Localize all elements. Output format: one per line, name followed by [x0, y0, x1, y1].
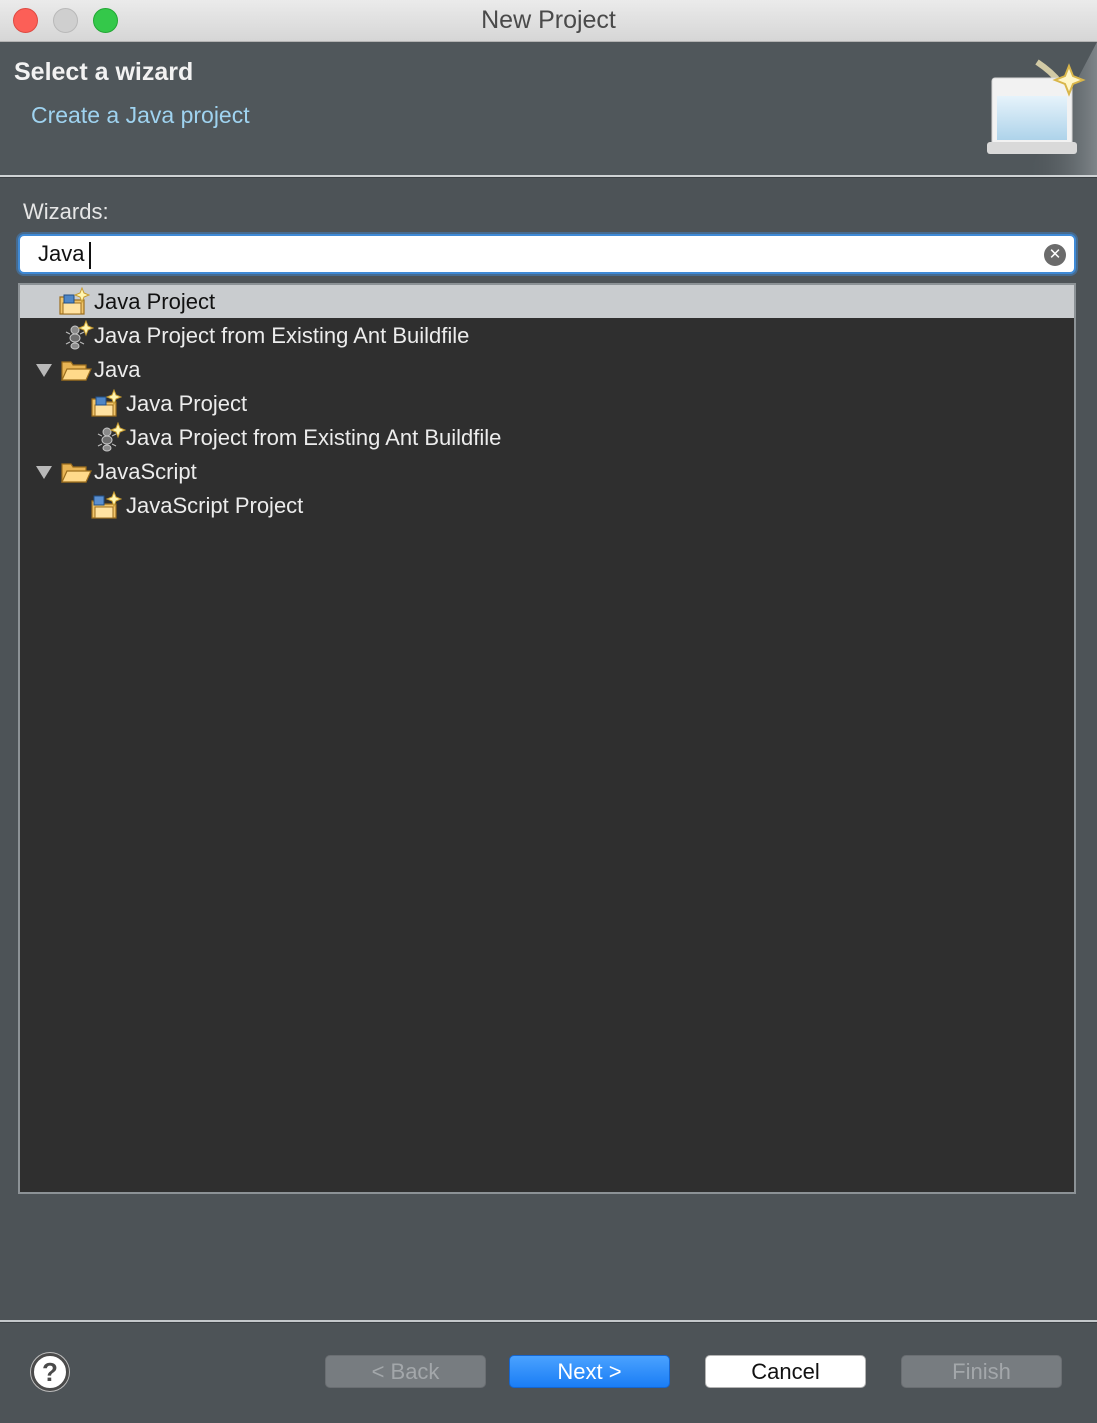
folder-open-icon	[61, 463, 92, 483]
header-separator-shadow	[0, 177, 1097, 178]
cancel-button[interactable]: Cancel	[705, 1355, 866, 1388]
tree-item-label: Java Project	[94, 288, 216, 314]
expand-toggle-javascript[interactable]	[36, 466, 52, 479]
title-bar: New Project	[0, 0, 1097, 42]
tree-item-java-project-nested[interactable]: Java Project	[20, 387, 1074, 420]
finish-button[interactable]: Finish	[901, 1355, 1062, 1388]
tree-item-java-project[interactable]: Java Project	[20, 285, 1074, 318]
new-wizard-banner-icon	[987, 42, 1097, 175]
tree-item-javascript-project[interactable]: JavaScript Project	[20, 489, 1074, 522]
wizard-header: Select a wizard Create a Java project	[0, 42, 1097, 175]
tree-item-label: JavaScript	[94, 458, 197, 484]
tree-item-label: Java Project	[126, 390, 248, 416]
java-project-icon	[59, 287, 90, 315]
ant-buildfile-icon	[65, 320, 94, 350]
tree-item-label: Java Project from Existing Ant Buildfile	[126, 424, 502, 450]
next-button[interactable]: Next >	[509, 1355, 670, 1388]
javascript-project-icon	[91, 491, 122, 519]
folder-open-icon	[61, 361, 92, 381]
tree-item-java-category[interactable]: Java	[20, 353, 1074, 386]
help-icon[interactable]: ?	[31, 1353, 69, 1391]
tree-item-label: Java Project from Existing Ant Buildfile	[94, 322, 470, 348]
tree-item-ant-buildfile[interactable]: Java Project from Existing Ant Buildfile	[20, 319, 1074, 352]
wizard-title: Select a wizard	[14, 58, 194, 86]
java-project-icon	[91, 389, 122, 417]
wizard-tree[interactable]: Java Project Java Project from Existing …	[18, 283, 1076, 1194]
tree-item-label: Java	[94, 356, 141, 382]
tree-item-label: JavaScript Project	[126, 492, 304, 518]
window-title: New Project	[481, 6, 616, 34]
clear-icon[interactable]: ✕	[1044, 244, 1066, 266]
expand-toggle-java[interactable]	[36, 364, 52, 377]
ant-buildfile-icon	[97, 422, 126, 452]
tree-item-ant-buildfile-nested[interactable]: Java Project from Existing Ant Buildfile	[20, 421, 1074, 454]
wizards-label: Wizards:	[23, 199, 109, 224]
back-button[interactable]: < Back	[325, 1355, 486, 1388]
footer-separator-shadow	[0, 1322, 1097, 1323]
wizard-filter-input[interactable]	[38, 240, 1018, 268]
tree-item-javascript-category[interactable]: JavaScript	[20, 455, 1074, 488]
wizard-description: Create a Java project	[31, 102, 250, 128]
wizard-filter-field[interactable]: ✕	[18, 234, 1076, 274]
text-caret	[89, 242, 91, 269]
